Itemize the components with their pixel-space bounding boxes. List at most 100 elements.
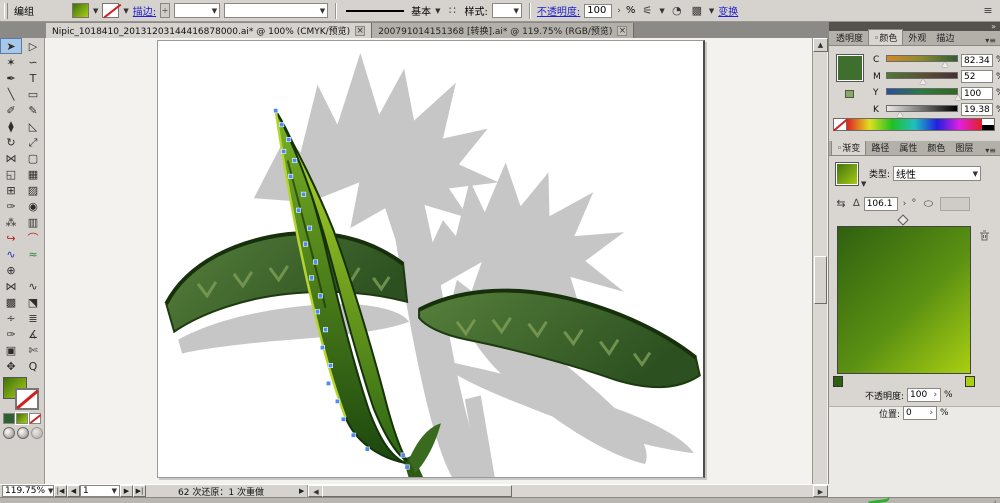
color-tab-描边[interactable]: 描边 (931, 30, 959, 45)
style-combo[interactable]: ▼ (491, 3, 522, 18)
gradient-midpoint-marker[interactable] (897, 214, 909, 226)
live-paint-tool[interactable]: ▩ (0, 294, 22, 310)
canvas-area[interactable]: ▲ (45, 38, 828, 484)
width-profile-combo[interactable]: ▼ (224, 3, 329, 18)
paint-gradient-button[interactable] (15, 412, 29, 425)
screen-mode-full-button[interactable] (31, 427, 43, 439)
stroke-weight-combo[interactable]: ▼ (174, 3, 221, 18)
eyedropper-tool[interactable]: ✑ (0, 198, 22, 214)
graph-style-dropdown-icon[interactable]: ▼ (659, 7, 664, 15)
rotate-tool[interactable]: ↻ (0, 134, 22, 150)
rainbow-spectrum[interactable] (847, 119, 982, 130)
hand-tool[interactable]: ✥ (0, 358, 22, 374)
opacity-link[interactable]: 不透明度: (537, 3, 580, 18)
align-grid-icon[interactable]: ▩ (689, 3, 705, 18)
brush-dropdown-icon[interactable]: ▼ (435, 7, 440, 15)
gradient-swatch[interactable] (835, 162, 859, 186)
lasso-tool[interactable]: ∽ (22, 54, 44, 70)
free-transform-tool[interactable]: ▢ (22, 150, 44, 166)
status-popup-icon[interactable]: ▶ (296, 487, 307, 495)
align-lines-tool[interactable]: ≣ (22, 310, 44, 326)
color-tab-透明度[interactable]: 透明度 (831, 30, 868, 45)
last-page-icon[interactable]: ▶| (133, 485, 146, 497)
curve-arrow-tool[interactable]: ↪ (0, 230, 22, 246)
gradient-swatch-dropdown-icon[interactable]: ▼ (861, 180, 866, 188)
stop-position-input[interactable]: 0 › (903, 406, 938, 420)
polyline-tool[interactable]: ∿ (0, 246, 22, 262)
color-spectrum-bar[interactable] (833, 118, 995, 131)
scribble-tool[interactable]: ∻ (0, 310, 22, 326)
arc-tool[interactable]: ⌒ (22, 230, 44, 246)
fill-dropdown-icon[interactable]: ▼ (93, 7, 98, 15)
graph-tool[interactable]: ▥ (22, 214, 44, 230)
opacity-input[interactable]: 100 (584, 3, 613, 18)
channel-slider-C[interactable] (886, 55, 958, 62)
resize-grip[interactable]: ◢ (991, 499, 997, 503)
tab-close-icon[interactable]: × (617, 25, 628, 36)
slider-marker-Y[interactable] (955, 95, 961, 100)
prev-page-icon[interactable]: ◀ (67, 485, 80, 497)
magic-wand-tool[interactable]: ✶ (0, 54, 22, 70)
zoom-tool[interactable]: Q (22, 358, 44, 374)
artboard[interactable] (157, 40, 705, 479)
shell-warp-tool[interactable]: ∿ (22, 278, 44, 294)
gradient-type-select[interactable]: 线性 ▼ (893, 166, 982, 181)
tab-close-icon[interactable]: × (355, 25, 366, 36)
fill-color-swatch[interactable] (72, 3, 89, 18)
color-panel-menu-icon[interactable]: ▾≡ (981, 36, 1000, 45)
channel-value-K[interactable]: 19.38 (961, 103, 993, 116)
stroke-color-swatch[interactable] (102, 3, 120, 18)
blob-brush-tool[interactable]: ⧫ (0, 118, 22, 134)
stroke-panel-link[interactable]: 描边: (133, 3, 156, 18)
scroll-left-icon[interactable]: ◀ (308, 484, 324, 497)
shape-builder-tool[interactable]: ◱ (0, 166, 22, 182)
recolor-wheel-icon[interactable]: ◔ (669, 3, 685, 18)
paint-color-button[interactable] (3, 413, 15, 424)
color-tab-外观[interactable]: 外观 (903, 30, 931, 45)
rectangle-tool[interactable]: ▭ (22, 86, 44, 102)
slice-tool[interactable]: ✄ (22, 342, 44, 358)
zoom-level-select[interactable]: 119.75% ▼ (2, 485, 54, 497)
dock-collapse-icon[interactable]: » (991, 22, 996, 31)
channel-value-C[interactable]: 82.34 (961, 53, 993, 67)
perspective-grid-tool[interactable]: ▦ (22, 166, 44, 182)
gradient-panel-menu-icon[interactable]: ▾≡ (981, 146, 1000, 155)
current-color-swatch[interactable] (836, 54, 864, 82)
line-segment-tool[interactable]: ╲ (0, 86, 22, 102)
channel-slider-K[interactable] (886, 104, 958, 112)
align-dropdown-icon[interactable]: ▼ (709, 7, 714, 15)
pencil-tool[interactable]: ✎ (22, 102, 44, 118)
reverse-gradient-icon[interactable]: ⇆ (833, 196, 849, 211)
target-tool[interactable]: ⊕ (0, 262, 22, 278)
stroke-swatch[interactable] (15, 388, 39, 410)
artboard-tool[interactable]: ▣ (0, 342, 22, 358)
none-swatch-icon[interactable] (834, 119, 847, 130)
mesh-tool[interactable]: ⊞ (0, 182, 22, 198)
white-black-swatches[interactable] (982, 119, 994, 130)
graph-style-icon[interactable]: ⚟ (639, 3, 655, 18)
selection-tool[interactable]: ➤ (0, 38, 22, 54)
out-of-gamut-cube-icon[interactable] (845, 90, 854, 98)
measure-tool[interactable]: ∡ (22, 326, 44, 342)
gradient-tab-渐变[interactable]: ◦渐变 (831, 139, 867, 155)
artboard-number-select[interactable]: 1 ▼ (80, 485, 120, 497)
live-paint-selection-tool[interactable]: ⬔ (22, 294, 44, 310)
paintbrush-tool[interactable]: ✐ (0, 102, 22, 118)
stroke-dropdown-icon[interactable]: ▼ (123, 7, 128, 15)
channel-slider-Y[interactable] (886, 88, 958, 95)
direct-selection-tool[interactable]: ▷ (22, 38, 44, 54)
gradient-tool[interactable]: ▨ (22, 182, 44, 198)
gradient-tab-图层[interactable]: 图层 (950, 140, 978, 155)
angle-stepper-icon[interactable]: › (902, 199, 908, 209)
horizontal-scroll-thumb[interactable] (322, 484, 513, 497)
gradient-tab-路径[interactable]: 路径 (866, 140, 894, 155)
gradient-slider-preview[interactable] (837, 226, 971, 374)
gradient-stop-start[interactable] (833, 376, 843, 387)
paint-none-button[interactable] (29, 413, 41, 424)
transform-link[interactable]: 变换 (718, 3, 738, 18)
screen-mode-normal-button[interactable] (3, 427, 15, 439)
scroll-right-icon[interactable]: ▶ (813, 484, 828, 497)
channel-value-M[interactable]: 52 (961, 70, 993, 83)
document-tab-1[interactable]: Nipic_1018410_20131203144416878000.ai* @… (46, 23, 373, 38)
channel-slider-M[interactable] (886, 71, 958, 79)
